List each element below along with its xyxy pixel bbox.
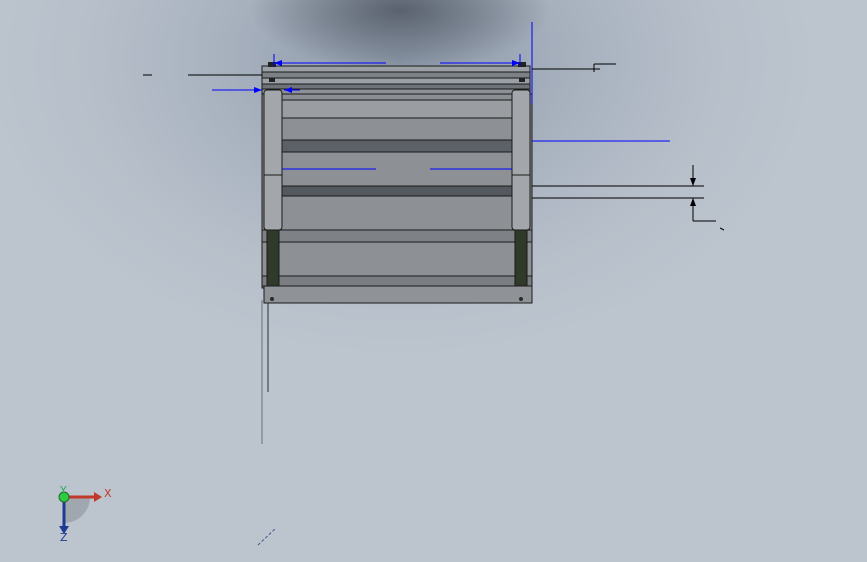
triad-z-label: Z bbox=[60, 531, 68, 544]
left-column[interactable] bbox=[263, 89, 283, 287]
graphics-viewport[interactable]: X Y Z bbox=[0, 0, 867, 562]
right-column[interactable] bbox=[511, 89, 531, 287]
coordinate-triad-icon: X Y Z bbox=[58, 484, 112, 544]
top-plate-stack[interactable] bbox=[261, 65, 531, 95]
model-canvas[interactable]: X Y Z bbox=[0, 0, 867, 562]
triad-y-label: Y bbox=[59, 484, 67, 497]
base-plate[interactable] bbox=[263, 285, 533, 304]
leader-arrows bbox=[690, 178, 696, 206]
triad-x-label: X bbox=[104, 487, 112, 500]
sketch-line bbox=[257, 527, 277, 546]
main-body[interactable] bbox=[261, 93, 533, 289]
